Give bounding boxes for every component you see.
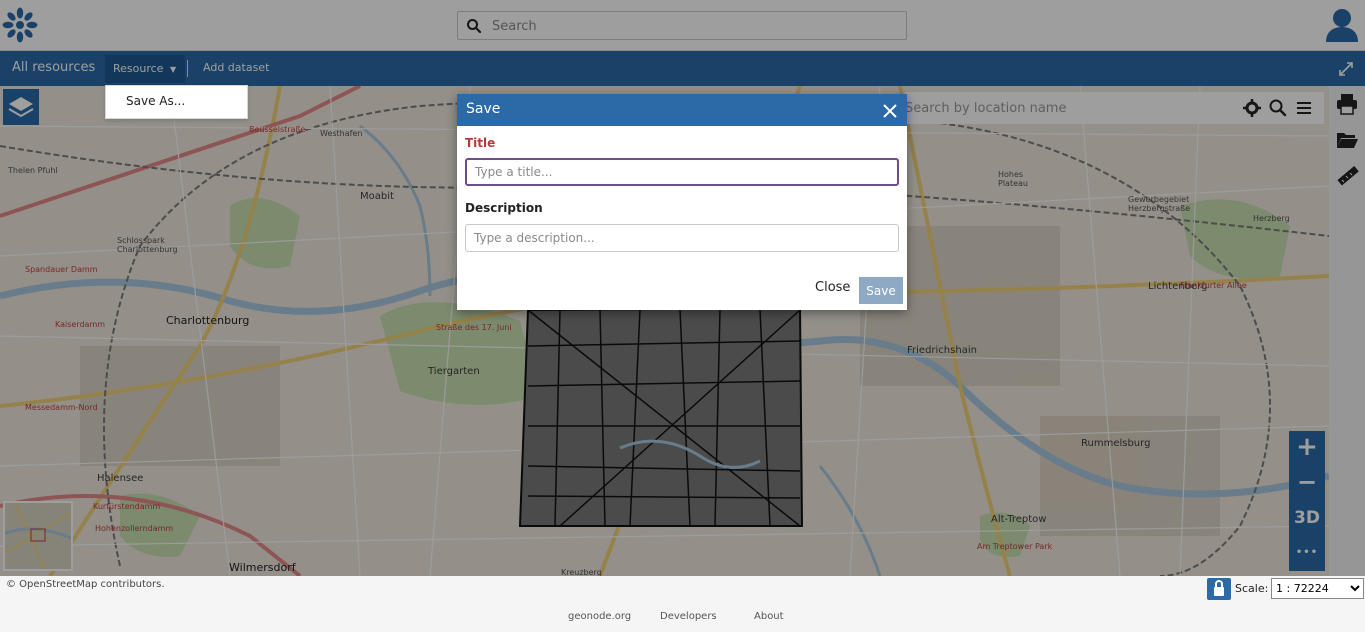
title-field-label: Title <box>465 136 496 150</box>
map-footer: © OpenStreetMap contributors. Scale: 1 :… <box>0 576 1365 602</box>
map-attribution: © OpenStreetMap contributors. <box>6 579 165 590</box>
save-button[interactable]: Save <box>859 277 903 304</box>
description-field[interactable] <box>465 224 899 252</box>
footer-link-developers[interactable]: Developers <box>660 611 717 622</box>
scale-lock-button[interactable] <box>1207 578 1231 600</box>
save-dialog-title: Save <box>466 101 501 117</box>
scale-select[interactable]: 1 : 72224 <box>1271 578 1364 599</box>
close-button[interactable]: Close <box>815 280 850 295</box>
save-dialog-header: Save <box>457 94 907 126</box>
title-field[interactable] <box>465 158 899 186</box>
scale-label: Scale: <box>1235 582 1269 595</box>
save-dialog: Save Title Description Close Save <box>457 94 907 310</box>
geonode-map-page: All resources Resource ▼ Add dataset <box>0 0 1365 632</box>
resource-dropdown-menu: Save As... <box>105 85 248 119</box>
description-field-label: Description <box>465 201 543 215</box>
close-icon[interactable] <box>881 102 899 120</box>
menu-item-save-as[interactable]: Save As... <box>126 94 185 108</box>
footer-link-geonode[interactable]: geonode.org <box>568 611 631 622</box>
footer-link-about[interactable]: About <box>754 611 784 622</box>
lock-icon <box>1214 580 1224 596</box>
page-footer: geonode.org Developers About <box>0 602 1365 632</box>
